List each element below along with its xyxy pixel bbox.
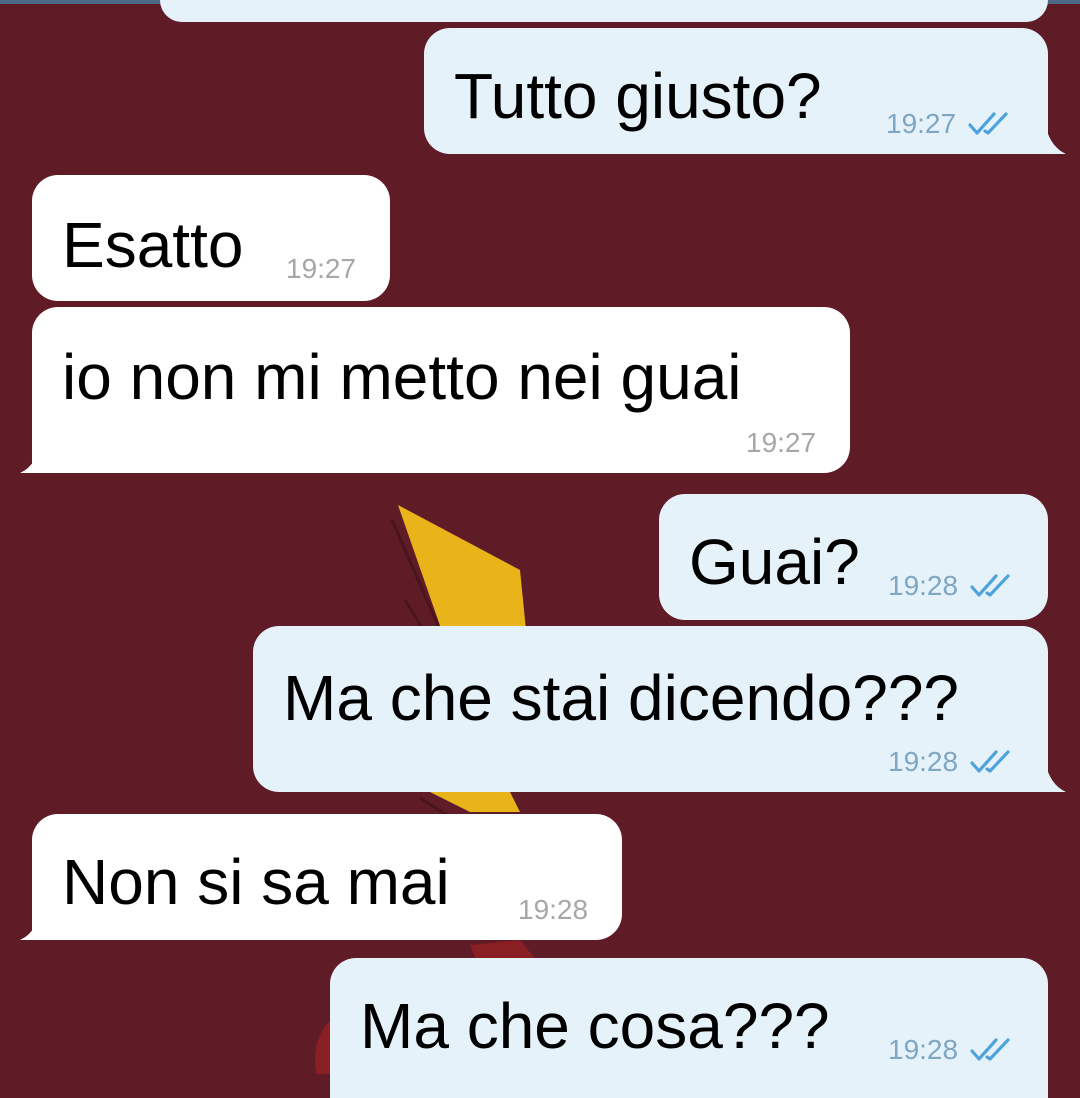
message-text: Ma che cosa??? bbox=[360, 990, 830, 1062]
double-check-icon bbox=[970, 574, 1010, 597]
message-bubble-outgoing[interactable]: Guai? 19:28 bbox=[659, 494, 1048, 620]
message-text: Guai? bbox=[689, 526, 860, 598]
message-text: Tutto giusto? bbox=[454, 60, 822, 132]
message-meta: 19:28 bbox=[888, 572, 1014, 600]
message-time: 19:28 bbox=[518, 894, 589, 925]
message-time: 19:27 bbox=[746, 427, 817, 458]
message-text: Ma che stai dicendo??? bbox=[283, 662, 959, 734]
message-meta: 19:27 bbox=[886, 110, 1012, 138]
message-bubble-outgoing[interactable]: Ma che cosa??? 19:28 bbox=[330, 958, 1048, 1098]
message-meta: 19:28 bbox=[888, 748, 1014, 776]
message-time: 19:27 bbox=[286, 253, 357, 284]
message-time: 19:28 bbox=[888, 746, 959, 777]
message-text: Non si sa mai bbox=[62, 846, 450, 918]
double-check-icon bbox=[968, 112, 1008, 135]
message-text: Esatto bbox=[62, 209, 244, 281]
message-bubble-incoming[interactable]: Esatto 19:27 bbox=[32, 175, 390, 301]
message-bubble-partial[interactable] bbox=[160, 0, 1048, 22]
message-bubble-incoming[interactable]: Non si sa mai 19:28 bbox=[32, 814, 622, 940]
double-check-icon bbox=[970, 750, 1010, 773]
double-check-icon bbox=[970, 1038, 1010, 1061]
message-text: io non mi metto nei guai bbox=[62, 341, 742, 413]
message-time: 19:28 bbox=[888, 570, 959, 601]
message-bubble-incoming[interactable]: io non mi metto nei guai 19:27 bbox=[32, 307, 850, 473]
message-time: 19:28 bbox=[888, 1034, 959, 1065]
message-bubble-outgoing[interactable]: Ma che stai dicendo??? 19:28 bbox=[253, 626, 1048, 792]
message-meta: 19:28 bbox=[888, 1036, 1014, 1064]
message-time: 19:27 bbox=[886, 108, 957, 139]
message-bubble-outgoing[interactable]: Tutto giusto? 19:27 bbox=[424, 28, 1048, 154]
